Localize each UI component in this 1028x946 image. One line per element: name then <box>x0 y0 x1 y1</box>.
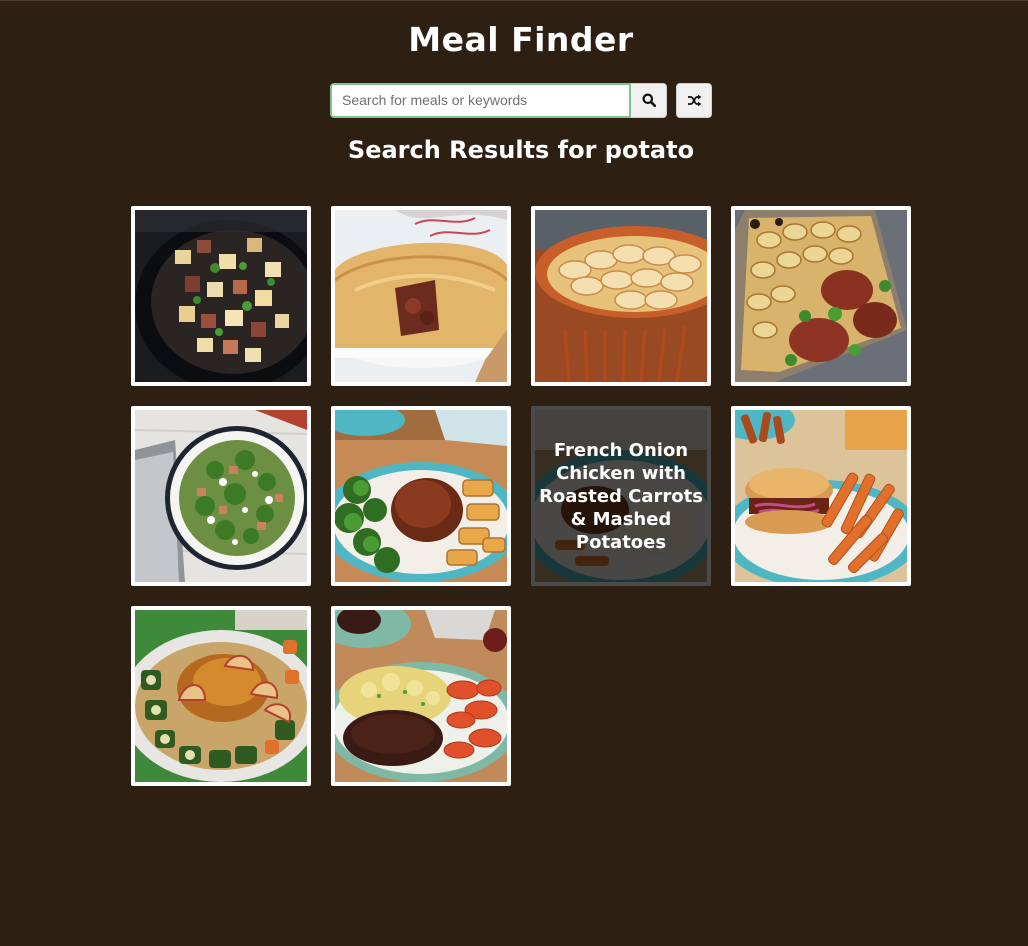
meals-grid: French Onion Chicken with Roasted Carrot… <box>131 206 911 786</box>
meal-image <box>335 610 507 782</box>
meal-image <box>735 210 907 382</box>
shuffle-icon <box>687 94 701 106</box>
search-form <box>330 82 712 118</box>
meal-overlay: French Onion Chicken with Roasted Carrot… <box>535 410 707 582</box>
meal-image <box>735 410 907 582</box>
meal-image <box>135 410 307 582</box>
meal-card[interactable] <box>331 606 511 786</box>
meal-card[interactable] <box>331 206 511 386</box>
meal-card[interactable] <box>131 606 311 786</box>
meal-card[interactable] <box>731 406 911 586</box>
search-input[interactable] <box>330 82 631 118</box>
search-icon <box>642 93 656 107</box>
window-top-border <box>0 0 1028 1</box>
meal-card[interactable] <box>731 206 911 386</box>
meal-title: French Onion Chicken with Roasted Carrot… <box>539 439 703 553</box>
meal-image <box>135 210 307 382</box>
meal-image <box>535 210 707 382</box>
meal-card[interactable] <box>531 206 711 386</box>
meal-image <box>135 610 307 782</box>
results-heading: Search Results for potato <box>347 136 695 164</box>
search-button[interactable] <box>631 82 667 118</box>
random-meal-button[interactable] <box>676 82 712 118</box>
meal-card[interactable] <box>131 206 311 386</box>
meal-image <box>335 210 507 382</box>
meal-card-hovered[interactable]: French Onion Chicken with Roasted Carrot… <box>531 406 711 586</box>
meal-image <box>335 410 507 582</box>
meal-card[interactable] <box>131 406 311 586</box>
app-title: Meal Finder <box>408 20 634 59</box>
meal-card[interactable] <box>331 406 511 586</box>
